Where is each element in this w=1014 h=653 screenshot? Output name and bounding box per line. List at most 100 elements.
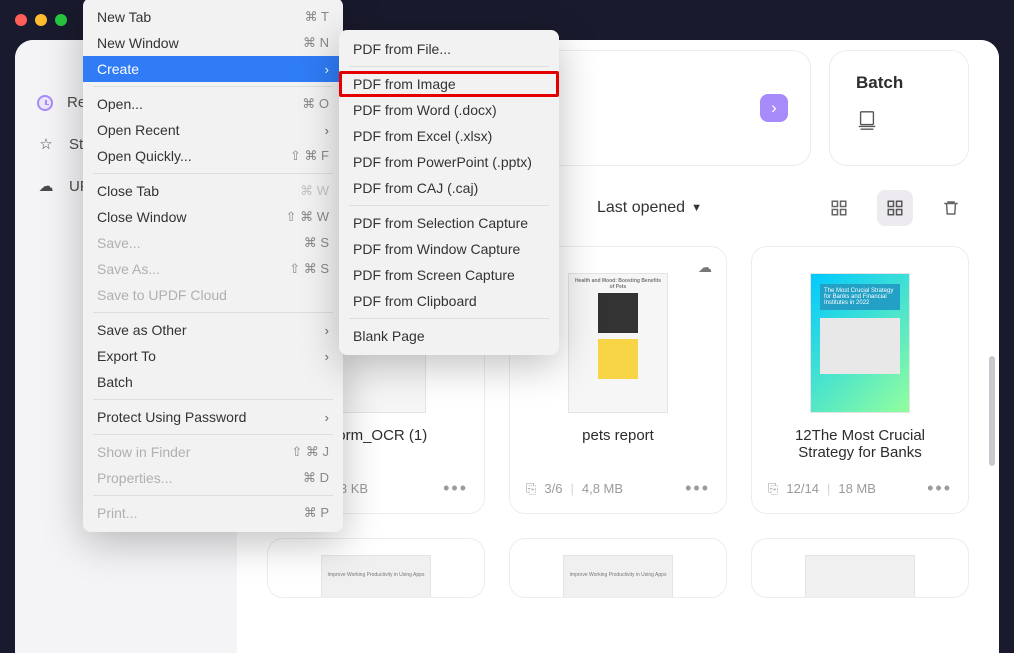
menu-item[interactable]: Batch: [83, 369, 343, 395]
menu-shortcut: ⇧ ⌘ S: [289, 261, 329, 277]
menu-item[interactable]: Protect Using Password›: [83, 404, 343, 430]
menu-item-label: PDF from CAJ (.caj): [353, 180, 478, 196]
file-thumb: The Most Crucial Strategy for Banks and …: [810, 273, 910, 413]
menu-item[interactable]: Save as Other›: [83, 317, 343, 343]
fullscreen-window-button[interactable]: [55, 14, 67, 26]
minimize-window-button[interactable]: [35, 14, 47, 26]
menu-item[interactable]: Close Tab⌘ W: [83, 178, 343, 204]
more-button[interactable]: •••: [927, 478, 952, 499]
chevron-right-icon: ›: [771, 98, 777, 118]
sort-dropdown[interactable]: Last opened ▼: [597, 199, 702, 217]
menu-divider: [349, 205, 549, 206]
chevron-right-icon: ›: [325, 62, 329, 77]
menu-item-label: Protect Using Password: [97, 409, 246, 425]
pages-icon: ⎘: [526, 481, 536, 497]
menu-shortcut: ⌘ D: [303, 470, 329, 486]
file-size: 3 KB: [340, 481, 368, 496]
menu-item-label: Save as Other: [97, 322, 187, 338]
menu-item-label: Open Recent: [97, 122, 180, 138]
file-name: pets report: [526, 427, 710, 467]
menu-item[interactable]: PDF from Selection Capture: [339, 210, 559, 236]
clock-icon: [37, 95, 53, 111]
caret-down-icon: ▼: [691, 202, 702, 214]
menu-item-label: PDF from Word (.docx): [353, 102, 497, 118]
menu-item[interactable]: Open Quickly... ⇧ ⌘ F: [83, 143, 343, 169]
cloud-icon: ☁: [698, 259, 712, 276]
menu-item[interactable]: PDF from Clipboard: [339, 288, 559, 314]
menu-item-label: Open Quickly...: [97, 148, 192, 164]
scrollbar[interactable]: [989, 356, 995, 466]
menu-item-label: New Tab: [97, 9, 151, 25]
file-card[interactable]: Improve Working Productivity in Using Ap…: [267, 538, 485, 598]
menu-item[interactable]: New Tab ⌘ T: [83, 4, 343, 30]
delete-button[interactable]: [933, 190, 969, 226]
file-menu: New Tab ⌘ T New Window⌘ N Create › Open...⌘ O…: [83, 0, 343, 532]
menu-shortcut: ⌘ T: [305, 9, 329, 25]
list-view-button[interactable]: [821, 190, 857, 226]
file-pages: 3/6: [544, 481, 562, 496]
batch-card[interactable]: Batch: [829, 50, 969, 166]
file-name: 12The Most Crucial Strategy for Banks: [768, 427, 952, 467]
menu-item: Save As...⇧ ⌘ S: [83, 256, 343, 282]
menu-item-label: Save...: [97, 235, 141, 251]
menu-item-label: Show in Finder: [97, 444, 190, 460]
menu-item[interactable]: Open...⌘ O: [83, 91, 343, 117]
file-size: 18 MB: [838, 481, 876, 496]
menu-divider: [93, 434, 333, 435]
menu-item[interactable]: PDF from Screen Capture: [339, 262, 559, 288]
menu-shortcut: ⌘ P: [304, 505, 329, 521]
menu-item-label: PDF from Image: [353, 76, 456, 92]
menu-divider: [349, 318, 549, 319]
close-window-button[interactable]: [15, 14, 27, 26]
menu-item[interactable]: PDF from Image: [339, 71, 559, 97]
menu-item-label: Batch: [97, 374, 133, 390]
menu-item[interactable]: Blank Page: [339, 323, 559, 349]
menu-item-label: PDF from Window Capture: [353, 241, 520, 257]
grid-view-button[interactable]: [877, 190, 913, 226]
menu-item[interactable]: PDF from File...: [339, 36, 559, 62]
menu-shortcut: ⇧ ⌘ F: [290, 148, 329, 164]
menu-item: Print... ⌘ P: [83, 500, 343, 526]
menu-item-label: Open...: [97, 96, 143, 112]
menu-item-label: Close Window: [97, 209, 186, 225]
menu-item[interactable]: PDF from Excel (.xlsx): [339, 123, 559, 149]
menu-item[interactable]: PDF from PowerPoint (.pptx): [339, 149, 559, 175]
file-pages: 12/14: [786, 481, 819, 496]
menu-item[interactable]: Open Recent ›: [83, 117, 343, 143]
menu-item[interactable]: Export To›: [83, 343, 343, 369]
menu-item[interactable]: PDF from Word (.docx): [339, 97, 559, 123]
more-button[interactable]: •••: [685, 478, 710, 499]
menu-divider: [93, 495, 333, 496]
menu-item[interactable]: Close Window⇧ ⌘ W: [83, 204, 343, 230]
chevron-button[interactable]: ›: [760, 94, 788, 122]
menu-item-label: Print...: [97, 505, 137, 521]
menu-divider: [93, 86, 333, 87]
file-card[interactable]: Improve Working Productivity in Using Ap…: [509, 538, 727, 598]
menu-item-label: PDF from Excel (.xlsx): [353, 128, 492, 144]
menu-item[interactable]: PDF from CAJ (.caj): [339, 175, 559, 201]
menu-item-label: PDF from PowerPoint (.pptx): [353, 154, 532, 170]
menu-item[interactable]: Create ›: [83, 56, 343, 82]
menu-item: Save to UPDF Cloud: [83, 282, 343, 308]
menu-divider: [93, 399, 333, 400]
menu-item-label: PDF from File...: [353, 41, 451, 57]
menu-item-label: Blank Page: [353, 328, 425, 344]
menu-item[interactable]: PDF from Window Capture: [339, 236, 559, 262]
file-thumb: Improve Working Productivity in Using Ap…: [321, 555, 431, 598]
cloud-icon: ☁: [37, 177, 55, 195]
menu-item-label: Create: [97, 61, 139, 77]
chevron-right-icon: ›: [325, 123, 329, 138]
file-card[interactable]: [751, 538, 969, 598]
file-thumb: Improve Working Productivity in Using Ap…: [563, 555, 673, 598]
menu-item-label: Properties...: [97, 470, 172, 486]
file-card[interactable]: The Most Crucial Strategy for Banks and …: [751, 246, 969, 514]
star-icon: ☆: [37, 135, 55, 153]
more-button[interactable]: •••: [443, 478, 468, 499]
menu-item[interactable]: New Window⌘ N: [83, 30, 343, 56]
file-meta: ⎘ 3/6 | 4,8 MB •••: [526, 478, 710, 499]
create-submenu: PDF from File... PDF from Image PDF from W…: [339, 30, 559, 355]
menu-shortcut: ⇧ ⌘ J: [291, 444, 329, 460]
batch-title: Batch: [856, 73, 942, 93]
menu-item-label: PDF from Screen Capture: [353, 267, 515, 283]
files-grid-row2: Improve Working Productivity in Using Ap…: [267, 538, 969, 598]
